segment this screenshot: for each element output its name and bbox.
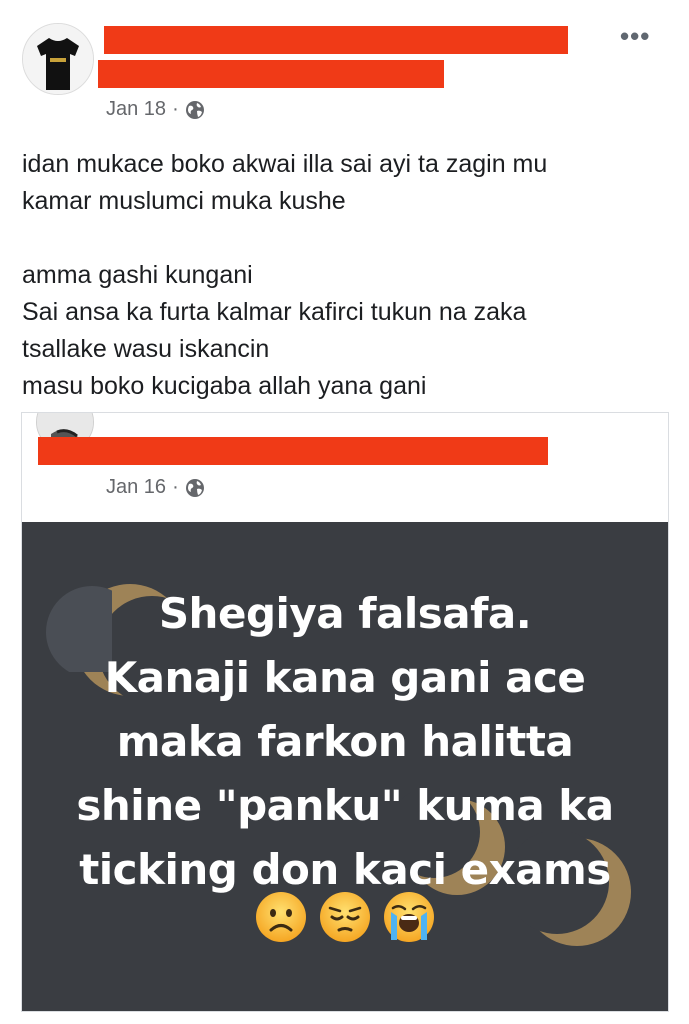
- quote-line: Kanaji kana gani ace: [104, 653, 586, 702]
- post-image[interactable]: Shegiya falsafa. Kanaji kana gani ace ma…: [22, 522, 668, 1011]
- shared-post-meta: Jan 16 ·: [106, 476, 205, 499]
- post-caption: idan mukace boko akwai illa sai ayi ta z…: [22, 146, 672, 405]
- globe-icon: [185, 478, 204, 497]
- avatar-tshirt-image: [23, 24, 93, 94]
- frowning-face-emoji: [255, 892, 306, 942]
- author-name-redaction: [104, 26, 568, 54]
- quote-line: shine "panku" kuma ka: [76, 781, 614, 830]
- post-date[interactable]: Jan 18: [106, 98, 166, 121]
- quote-line: Shegiya falsafa.: [158, 589, 532, 638]
- meta-separator: ·: [172, 476, 179, 498]
- emoji-row: [22, 890, 668, 949]
- meta-separator: ·: [172, 98, 179, 120]
- image-quote-text: Shegiya falsafa. Kanaji kana gani ace ma…: [22, 582, 668, 902]
- author-avatar[interactable]: [22, 23, 94, 95]
- caption-paragraph: idan mukace boko akwai illa sai ayi ta z…: [22, 150, 548, 215]
- shared-post-date[interactable]: Jan 16: [106, 476, 166, 499]
- author-subtitle-redaction: [98, 60, 444, 88]
- globe-icon: [185, 100, 204, 119]
- shared-post-card[interactable]: Jan 16 · Shegiya falsafa. Kanaji kana ga…: [21, 412, 669, 1012]
- pensive-face-emoji: [320, 892, 370, 942]
- post-meta: Jan 18 ·: [106, 98, 205, 121]
- facebook-post: ••• Jan 18 · idan mukace boko akwai illa…: [0, 0, 689, 1024]
- caption-paragraph: amma gashi kungani Sai ansa ka furta kal…: [22, 261, 527, 400]
- loudly-crying-face-emoji: [384, 892, 435, 942]
- quote-line: maka farkon halitta: [116, 717, 574, 766]
- more-options-icon[interactable]: •••: [620, 23, 650, 49]
- shared-author-redaction: [38, 437, 548, 465]
